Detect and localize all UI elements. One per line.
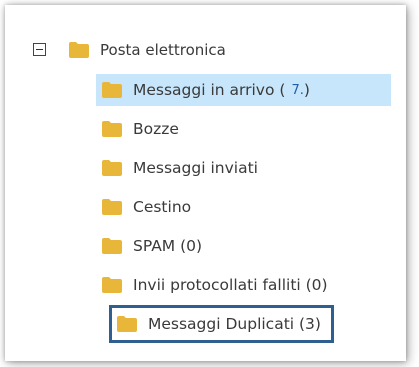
tree-node-label: Posta elettronica — [100, 41, 226, 59]
tree-node-messaggi-in-arrivo[interactable]: Messaggi in arrivo ( 7. ) — [96, 74, 391, 106]
folder-icon — [68, 41, 90, 59]
tree-node-label: Invii protocollati falliti (0) — [133, 276, 328, 294]
tree-node-invii-protocollati-falliti[interactable]: Invii protocollati falliti (0) — [101, 269, 328, 301]
tree-node-posta-elettronica[interactable]: Posta elettronica — [68, 34, 226, 66]
folder-icon — [101, 120, 123, 138]
folder-icon — [101, 276, 123, 294]
folder-icon — [116, 315, 138, 333]
tree-node-label: Cestino — [133, 198, 192, 216]
folder-icon — [101, 81, 123, 99]
folder-icon — [101, 237, 123, 255]
tree-node-label: Bozze — [133, 120, 179, 138]
folder-tree-panel: Posta elettronica Messaggi in arrivo ( 7… — [5, 5, 406, 361]
collapse-toggle-icon[interactable] — [33, 43, 46, 56]
tree-node-label: SPAM (0) — [133, 237, 203, 255]
tree-node-label: Messaggi inviati — [133, 159, 258, 177]
tree-node-label: Messaggi Duplicati (3) — [148, 315, 321, 333]
tree-node-label-suffix: ) — [303, 81, 310, 99]
tree-node-bozze[interactable]: Bozze — [101, 113, 179, 145]
tree-node-label: Messaggi in arrivo ( — [133, 81, 286, 99]
folder-icon — [101, 198, 123, 216]
tree-node-messaggi-duplicati[interactable]: Messaggi Duplicati (3) — [109, 305, 334, 343]
folder-icon — [101, 159, 123, 177]
tree-node-cestino[interactable]: Cestino — [101, 191, 191, 223]
tree-node-spam[interactable]: SPAM (0) — [101, 230, 202, 262]
unread-count: 7. — [291, 82, 304, 98]
tree-node-messaggi-inviati[interactable]: Messaggi inviati — [101, 152, 258, 184]
